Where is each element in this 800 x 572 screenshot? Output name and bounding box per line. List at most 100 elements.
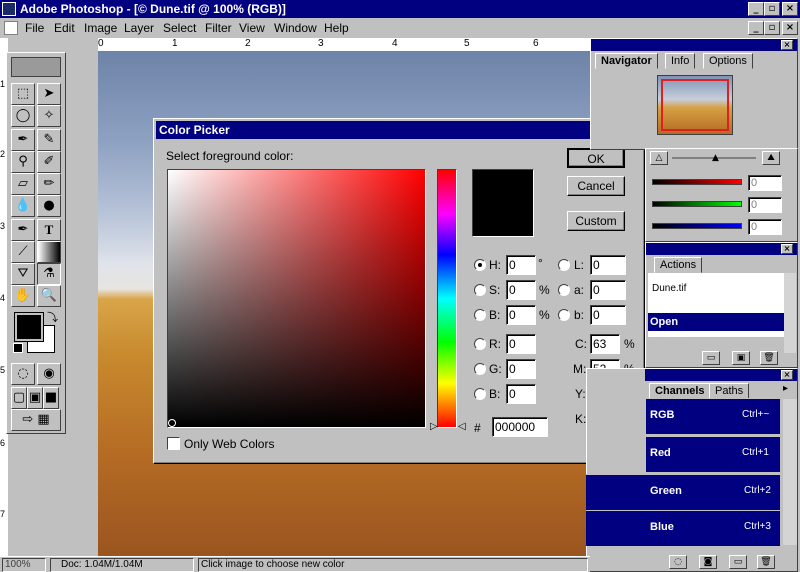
screen-mode-standard-icon[interactable]: ▢ — [11, 387, 27, 409]
gradient-tool-icon[interactable] — [37, 241, 61, 263]
blue-radio[interactable] — [474, 388, 486, 400]
menu-window[interactable]: Window — [274, 21, 317, 35]
standard-mode-icon[interactable]: ◌ — [11, 363, 35, 385]
channel-row-blue[interactable]: Blue Ctrl+3 — [586, 510, 780, 546]
move-tool-icon[interactable]: ➤ — [37, 83, 61, 105]
quick-mask-mode-icon[interactable]: ◉ — [37, 363, 61, 385]
screen-mode-full-icon[interactable]: ■ — [43, 387, 59, 409]
menu-layer[interactable]: Layer — [124, 21, 154, 35]
menu-select[interactable]: Select — [163, 21, 196, 35]
menu-image[interactable]: Image — [84, 21, 117, 35]
green-field[interactable]: 0 — [506, 359, 536, 379]
cyan-field[interactable]: 63 — [590, 334, 620, 354]
green-slider[interactable] — [652, 201, 742, 207]
tab-navigator[interactable]: Navigator — [595, 53, 658, 69]
lightness-field[interactable]: 0 — [590, 255, 626, 275]
panel-close-button[interactable]: × — [781, 370, 793, 380]
hex-field[interactable]: 000000 — [492, 417, 548, 437]
dodge-tool-icon[interactable]: ● — [37, 195, 61, 217]
color-panel-blue-field[interactable]: 0 — [748, 219, 782, 235]
zoom-out-icon[interactable]: △ — [650, 151, 668, 165]
ok-button[interactable]: OK — [567, 148, 625, 168]
channel-row-green[interactable]: Green Ctrl+2 — [586, 474, 780, 510]
blue-slider[interactable] — [652, 223, 742, 229]
history-snapshot[interactable]: Dune.tif — [652, 283, 686, 294]
trash-icon[interactable]: 🗑 — [760, 351, 778, 365]
pen-tool-icon[interactable]: ✒ — [11, 219, 35, 241]
restore-button[interactable]: ▫ — [764, 2, 780, 16]
new-snapshot-icon[interactable]: ▣ — [732, 351, 750, 365]
eyedropper-tool-icon[interactable]: ⚗ — [37, 263, 61, 285]
tab-options[interactable]: Options — [703, 53, 753, 69]
new-channel-icon[interactable]: ▭ — [729, 555, 747, 569]
b-channel-radio[interactable] — [558, 309, 570, 321]
default-colors-icon[interactable] — [13, 343, 23, 353]
history-brush-tool-icon[interactable]: ✐ — [37, 151, 61, 173]
history-scrollbar[interactable] — [784, 273, 796, 353]
stamp-tool-icon[interactable]: ⚲ — [11, 151, 35, 173]
close-button[interactable]: × — [782, 2, 798, 16]
green-radio[interactable] — [474, 363, 486, 375]
a-channel-field[interactable]: 0 — [590, 280, 626, 300]
hue-field[interactable]: 0 — [506, 255, 536, 275]
new-document-icon[interactable]: ▭ — [702, 351, 720, 365]
magic-wand-tool-icon[interactable]: ✧ — [37, 105, 61, 127]
doc-close-button[interactable]: × — [782, 21, 798, 35]
delete-channel-icon[interactable]: 🗑 — [757, 555, 775, 569]
save-selection-icon[interactable]: ◙ — [699, 555, 717, 569]
foreground-color-swatch[interactable] — [14, 312, 44, 342]
color-field[interactable] — [167, 169, 426, 428]
jump-to-icon[interactable]: ⇨ ▦ — [11, 409, 61, 431]
lightness-radio[interactable] — [558, 259, 570, 271]
document-icon[interactable] — [4, 21, 18, 35]
tab-info[interactable]: Info — [665, 53, 696, 69]
zoom-in-icon[interactable]: ⛰ — [762, 151, 780, 165]
channel-row-red[interactable]: Red Ctrl+1 — [646, 436, 780, 472]
hue-slider-left-arrow-icon[interactable]: ▷ — [430, 421, 438, 432]
hue-slider-right-arrow-icon[interactable]: ◁ — [458, 421, 466, 432]
blur-tool-icon[interactable]: 💧 — [11, 195, 35, 217]
paintbrush-tool-icon[interactable]: ✎ — [37, 129, 61, 151]
panel-close-button[interactable]: × — [781, 244, 793, 254]
color-panel-red-field[interactable]: 0 — [748, 175, 782, 191]
eraser-tool-icon[interactable]: ▱ — [11, 173, 35, 195]
custom-button[interactable]: Custom — [567, 211, 625, 231]
type-tool-icon[interactable]: T — [37, 219, 61, 241]
zoom-slider-thumb-icon[interactable]: ▲ — [712, 153, 719, 163]
doc-restore-button[interactable]: ▫ — [764, 21, 780, 35]
zoom-tool-icon[interactable]: 🔍 — [37, 285, 61, 307]
doc-minimize-button[interactable]: _ — [748, 21, 764, 35]
tab-paths[interactable]: Paths — [709, 383, 750, 399]
zoom-level[interactable]: 100% — [2, 558, 46, 572]
channels-scrollbar[interactable] — [783, 399, 797, 545]
color-panel-green-field[interactable]: 0 — [748, 197, 782, 213]
lasso-tool-icon[interactable]: ◯ — [11, 105, 35, 127]
channel-row-rgb[interactable]: RGB Ctrl+~ — [646, 398, 780, 434]
hue-slider[interactable] — [437, 169, 457, 428]
red-field[interactable]: 0 — [506, 334, 536, 354]
photoshop-logo-icon[interactable] — [2, 2, 16, 16]
menu-filter[interactable]: Filter — [205, 21, 232, 35]
load-selection-icon[interactable]: ◌ — [669, 555, 687, 569]
screen-mode-full-menu-icon[interactable]: ▣ — [27, 387, 43, 409]
navigator-view-box[interactable] — [661, 79, 729, 131]
channels-menu-arrow-icon[interactable]: ▸ — [783, 383, 788, 394]
tab-actions[interactable]: Actions — [654, 257, 703, 273]
web-colors-checkbox[interactable] — [167, 437, 180, 450]
blue-field[interactable]: 0 — [506, 384, 536, 404]
menu-file[interactable]: File — [25, 21, 44, 35]
red-slider[interactable] — [652, 179, 742, 185]
swap-colors-icon[interactable]: ⤵ — [47, 309, 58, 325]
saturation-field[interactable]: 0 — [506, 280, 536, 300]
brightness-radio[interactable] — [474, 309, 486, 321]
menu-help[interactable]: Help — [324, 21, 349, 35]
tab-channels[interactable]: Channels — [649, 383, 711, 399]
menu-view[interactable]: View — [239, 21, 265, 35]
menu-edit[interactable]: Edit — [54, 21, 75, 35]
panel-close-button[interactable]: × — [781, 40, 793, 50]
brightness-field[interactable]: 0 — [506, 305, 536, 325]
marquee-tool-icon[interactable]: ⬚ — [11, 83, 35, 105]
cancel-button[interactable]: Cancel — [567, 176, 625, 196]
doc-size[interactable]: Doc: 1.04M/1.04M — [50, 558, 194, 572]
saturation-radio[interactable] — [474, 284, 486, 296]
